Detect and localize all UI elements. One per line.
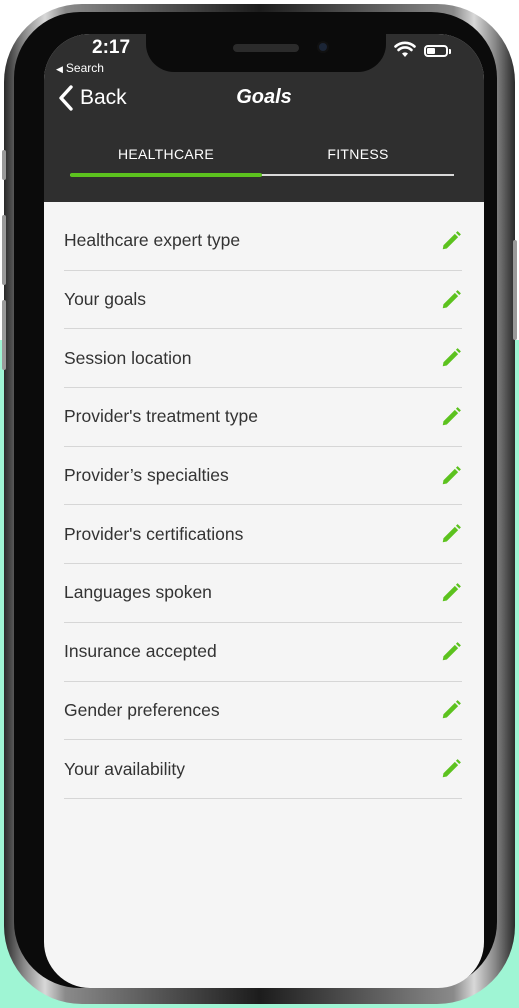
phone-volume-up	[2, 215, 6, 285]
phone-screen: 2:17 ◀ Search Back Goals HEALTHCARE FITN…	[44, 34, 484, 988]
battery-icon	[424, 45, 448, 57]
phone-volume-down	[2, 300, 6, 370]
battery-level	[427, 48, 435, 54]
status-bar: 2:17 ◀ Search	[44, 34, 484, 75]
list-item[interactable]: Your goals	[64, 271, 462, 330]
list-item[interactable]: Gender preferences	[64, 682, 462, 741]
list-item[interactable]: Insurance accepted	[64, 623, 462, 682]
list-item-label: Provider’s specialties	[64, 465, 229, 486]
list-item-label: Gender preferences	[64, 699, 220, 720]
wifi-icon	[394, 41, 416, 57]
list-item[interactable]: Provider's treatment type	[64, 388, 462, 447]
phone-notch	[146, 34, 386, 72]
list-item-label: Healthcare expert type	[64, 230, 241, 251]
list-item[interactable]: Provider’s specialties	[64, 447, 462, 506]
list-item[interactable]: Session location	[64, 329, 462, 389]
list-item-label: Provider's treatment type	[64, 406, 258, 427]
list-item-label: Your availability	[64, 758, 185, 779]
list-item[interactable]: Healthcare expert type	[64, 212, 462, 271]
list-item[interactable]: Your availability	[64, 740, 462, 799]
tab-fitness[interactable]: FITNESS	[262, 146, 454, 162]
phone-power-button	[513, 240, 517, 340]
pencil-icon[interactable]	[440, 289, 462, 311]
list-item[interactable]: Provider's certifications	[64, 505, 462, 565]
pencil-icon[interactable]	[440, 523, 462, 545]
pencil-icon[interactable]	[440, 641, 462, 663]
pencil-icon[interactable]	[440, 582, 462, 604]
goals-list: Healthcare expert type Your goals Session …	[64, 212, 462, 799]
speaker-grille	[233, 44, 299, 52]
list-item-label: Your goals	[64, 289, 147, 310]
back-to-app-label: Search	[65, 61, 104, 75]
pencil-icon[interactable]	[440, 699, 462, 721]
list-item[interactable]: Languages spoken	[64, 564, 462, 623]
pencil-icon[interactable]	[440, 406, 462, 428]
page-title: Goals	[236, 86, 292, 108]
pencil-icon[interactable]	[440, 465, 462, 487]
back-to-app-link[interactable]: ◀ Search	[56, 61, 104, 75]
phone-mute-switch	[2, 150, 6, 180]
pencil-icon[interactable]	[440, 230, 462, 252]
list-item-label: Provider's certifications	[64, 523, 244, 544]
tab-healthcare[interactable]: HEALTHCARE	[70, 146, 262, 162]
status-time: 2:17	[92, 37, 131, 58]
pencil-icon[interactable]	[440, 347, 462, 369]
app-header: 2:17 ◀ Search Back Goals HEALTHCARE FITN…	[44, 34, 484, 202]
battery-tip	[449, 49, 451, 54]
front-camera	[317, 41, 329, 53]
active-tab-indicator	[70, 173, 262, 177]
list-item-label: Languages spoken	[64, 582, 212, 603]
stage: 2:17 ◀ Search Back Goals HEALTHCARE FITN…	[0, 0, 519, 1008]
list-item-label: Insurance accepted	[64, 641, 217, 662]
back-triangle-icon: ◀	[56, 64, 63, 74]
pencil-icon[interactable]	[440, 758, 462, 780]
list-item-label: Session location	[64, 347, 192, 368]
